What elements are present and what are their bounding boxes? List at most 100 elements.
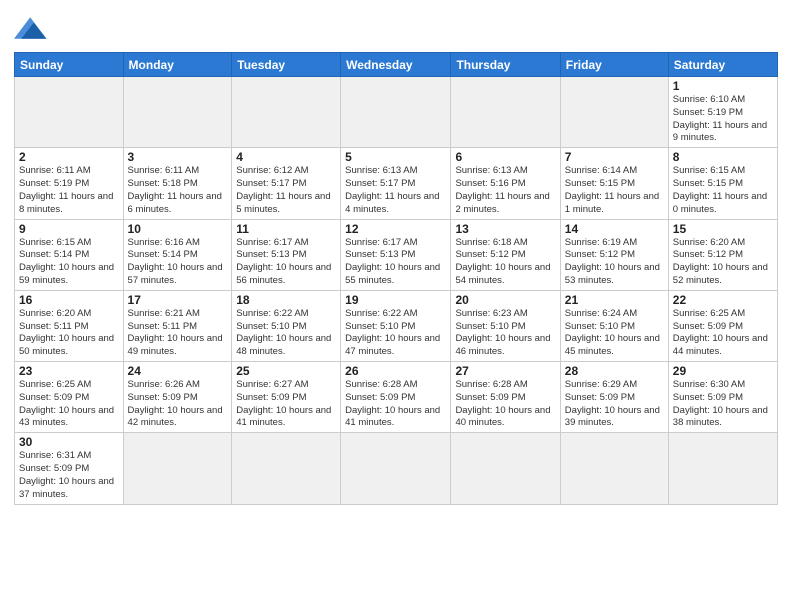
- day-number: 25: [236, 364, 336, 378]
- day-number: 8: [673, 150, 773, 164]
- day-number: 1: [673, 79, 773, 93]
- day-info: Sunrise: 6:12 AM Sunset: 5:17 PM Dayligh…: [236, 165, 336, 216]
- day-cell: 20Sunrise: 6:23 AM Sunset: 5:10 PM Dayli…: [451, 290, 560, 361]
- day-cell: 22Sunrise: 6:25 AM Sunset: 5:09 PM Dayli…: [668, 290, 777, 361]
- weekday-header-monday: Monday: [123, 53, 232, 77]
- day-info: Sunrise: 6:20 AM Sunset: 5:12 PM Dayligh…: [673, 237, 773, 288]
- weekday-header-friday: Friday: [560, 53, 668, 77]
- day-info: Sunrise: 6:27 AM Sunset: 5:09 PM Dayligh…: [236, 379, 336, 430]
- day-number: 26: [345, 364, 446, 378]
- day-info: Sunrise: 6:25 AM Sunset: 5:09 PM Dayligh…: [673, 308, 773, 359]
- week-row-0: 1Sunrise: 6:10 AM Sunset: 5:19 PM Daylig…: [15, 77, 778, 148]
- day-cell: 28Sunrise: 6:29 AM Sunset: 5:09 PM Dayli…: [560, 362, 668, 433]
- week-row-3: 16Sunrise: 6:20 AM Sunset: 5:11 PM Dayli…: [15, 290, 778, 361]
- day-number: 21: [565, 293, 664, 307]
- day-number: 24: [128, 364, 228, 378]
- day-info: Sunrise: 6:29 AM Sunset: 5:09 PM Dayligh…: [565, 379, 664, 430]
- day-number: 17: [128, 293, 228, 307]
- day-info: Sunrise: 6:15 AM Sunset: 5:14 PM Dayligh…: [19, 237, 119, 288]
- day-number: 14: [565, 222, 664, 236]
- day-info: Sunrise: 6:15 AM Sunset: 5:15 PM Dayligh…: [673, 165, 773, 216]
- day-number: 3: [128, 150, 228, 164]
- day-info: Sunrise: 6:26 AM Sunset: 5:09 PM Dayligh…: [128, 379, 228, 430]
- day-cell: 6Sunrise: 6:13 AM Sunset: 5:16 PM Daylig…: [451, 148, 560, 219]
- logo: [14, 10, 54, 46]
- logo-icon: [14, 10, 50, 46]
- week-row-2: 9Sunrise: 6:15 AM Sunset: 5:14 PM Daylig…: [15, 219, 778, 290]
- day-cell: [560, 433, 668, 504]
- day-info: Sunrise: 6:21 AM Sunset: 5:11 PM Dayligh…: [128, 308, 228, 359]
- day-info: Sunrise: 6:11 AM Sunset: 5:19 PM Dayligh…: [19, 165, 119, 216]
- day-info: Sunrise: 6:18 AM Sunset: 5:12 PM Dayligh…: [455, 237, 555, 288]
- day-cell: 23Sunrise: 6:25 AM Sunset: 5:09 PM Dayli…: [15, 362, 124, 433]
- weekday-header-tuesday: Tuesday: [232, 53, 341, 77]
- day-info: Sunrise: 6:13 AM Sunset: 5:17 PM Dayligh…: [345, 165, 446, 216]
- day-cell: [232, 77, 341, 148]
- day-number: 23: [19, 364, 119, 378]
- day-cell: [123, 433, 232, 504]
- day-number: 15: [673, 222, 773, 236]
- day-info: Sunrise: 6:16 AM Sunset: 5:14 PM Dayligh…: [128, 237, 228, 288]
- day-number: 27: [455, 364, 555, 378]
- day-number: 16: [19, 293, 119, 307]
- day-cell: [451, 433, 560, 504]
- day-info: Sunrise: 6:24 AM Sunset: 5:10 PM Dayligh…: [565, 308, 664, 359]
- day-cell: [668, 433, 777, 504]
- day-info: Sunrise: 6:13 AM Sunset: 5:16 PM Dayligh…: [455, 165, 555, 216]
- day-cell: 5Sunrise: 6:13 AM Sunset: 5:17 PM Daylig…: [341, 148, 451, 219]
- day-info: Sunrise: 6:14 AM Sunset: 5:15 PM Dayligh…: [565, 165, 664, 216]
- day-cell: 9Sunrise: 6:15 AM Sunset: 5:14 PM Daylig…: [15, 219, 124, 290]
- day-cell: 4Sunrise: 6:12 AM Sunset: 5:17 PM Daylig…: [232, 148, 341, 219]
- day-info: Sunrise: 6:30 AM Sunset: 5:09 PM Dayligh…: [673, 379, 773, 430]
- day-number: 11: [236, 222, 336, 236]
- day-cell: 3Sunrise: 6:11 AM Sunset: 5:18 PM Daylig…: [123, 148, 232, 219]
- day-cell: [451, 77, 560, 148]
- week-row-5: 30Sunrise: 6:31 AM Sunset: 5:09 PM Dayli…: [15, 433, 778, 504]
- day-cell: [15, 77, 124, 148]
- day-info: Sunrise: 6:31 AM Sunset: 5:09 PM Dayligh…: [19, 450, 119, 501]
- weekday-header-sunday: Sunday: [15, 53, 124, 77]
- weekday-header-saturday: Saturday: [668, 53, 777, 77]
- weekday-header-thursday: Thursday: [451, 53, 560, 77]
- day-info: Sunrise: 6:19 AM Sunset: 5:12 PM Dayligh…: [565, 237, 664, 288]
- day-cell: 29Sunrise: 6:30 AM Sunset: 5:09 PM Dayli…: [668, 362, 777, 433]
- day-number: 20: [455, 293, 555, 307]
- day-cell: 25Sunrise: 6:27 AM Sunset: 5:09 PM Dayli…: [232, 362, 341, 433]
- day-number: 22: [673, 293, 773, 307]
- day-cell: 1Sunrise: 6:10 AM Sunset: 5:19 PM Daylig…: [668, 77, 777, 148]
- day-cell: [341, 433, 451, 504]
- day-info: Sunrise: 6:22 AM Sunset: 5:10 PM Dayligh…: [236, 308, 336, 359]
- calendar: SundayMondayTuesdayWednesdayThursdayFrid…: [14, 52, 778, 505]
- day-cell: 8Sunrise: 6:15 AM Sunset: 5:15 PM Daylig…: [668, 148, 777, 219]
- day-cell: [123, 77, 232, 148]
- day-cell: 27Sunrise: 6:28 AM Sunset: 5:09 PM Dayli…: [451, 362, 560, 433]
- week-row-4: 23Sunrise: 6:25 AM Sunset: 5:09 PM Dayli…: [15, 362, 778, 433]
- day-cell: 15Sunrise: 6:20 AM Sunset: 5:12 PM Dayli…: [668, 219, 777, 290]
- day-number: 9: [19, 222, 119, 236]
- day-cell: 16Sunrise: 6:20 AM Sunset: 5:11 PM Dayli…: [15, 290, 124, 361]
- day-number: 28: [565, 364, 664, 378]
- day-cell: 26Sunrise: 6:28 AM Sunset: 5:09 PM Dayli…: [341, 362, 451, 433]
- day-number: 18: [236, 293, 336, 307]
- day-cell: 11Sunrise: 6:17 AM Sunset: 5:13 PM Dayli…: [232, 219, 341, 290]
- day-cell: 7Sunrise: 6:14 AM Sunset: 5:15 PM Daylig…: [560, 148, 668, 219]
- day-number: 7: [565, 150, 664, 164]
- day-number: 10: [128, 222, 228, 236]
- day-cell: 21Sunrise: 6:24 AM Sunset: 5:10 PM Dayli…: [560, 290, 668, 361]
- weekday-header-row: SundayMondayTuesdayWednesdayThursdayFrid…: [15, 53, 778, 77]
- day-cell: 24Sunrise: 6:26 AM Sunset: 5:09 PM Dayli…: [123, 362, 232, 433]
- day-info: Sunrise: 6:22 AM Sunset: 5:10 PM Dayligh…: [345, 308, 446, 359]
- day-number: 6: [455, 150, 555, 164]
- header: [14, 10, 778, 46]
- day-info: Sunrise: 6:17 AM Sunset: 5:13 PM Dayligh…: [236, 237, 336, 288]
- day-info: Sunrise: 6:28 AM Sunset: 5:09 PM Dayligh…: [345, 379, 446, 430]
- day-info: Sunrise: 6:11 AM Sunset: 5:18 PM Dayligh…: [128, 165, 228, 216]
- day-number: 5: [345, 150, 446, 164]
- day-cell: [232, 433, 341, 504]
- day-info: Sunrise: 6:28 AM Sunset: 5:09 PM Dayligh…: [455, 379, 555, 430]
- weekday-header-wednesday: Wednesday: [341, 53, 451, 77]
- day-info: Sunrise: 6:25 AM Sunset: 5:09 PM Dayligh…: [19, 379, 119, 430]
- day-number: 19: [345, 293, 446, 307]
- day-cell: 17Sunrise: 6:21 AM Sunset: 5:11 PM Dayli…: [123, 290, 232, 361]
- day-info: Sunrise: 6:20 AM Sunset: 5:11 PM Dayligh…: [19, 308, 119, 359]
